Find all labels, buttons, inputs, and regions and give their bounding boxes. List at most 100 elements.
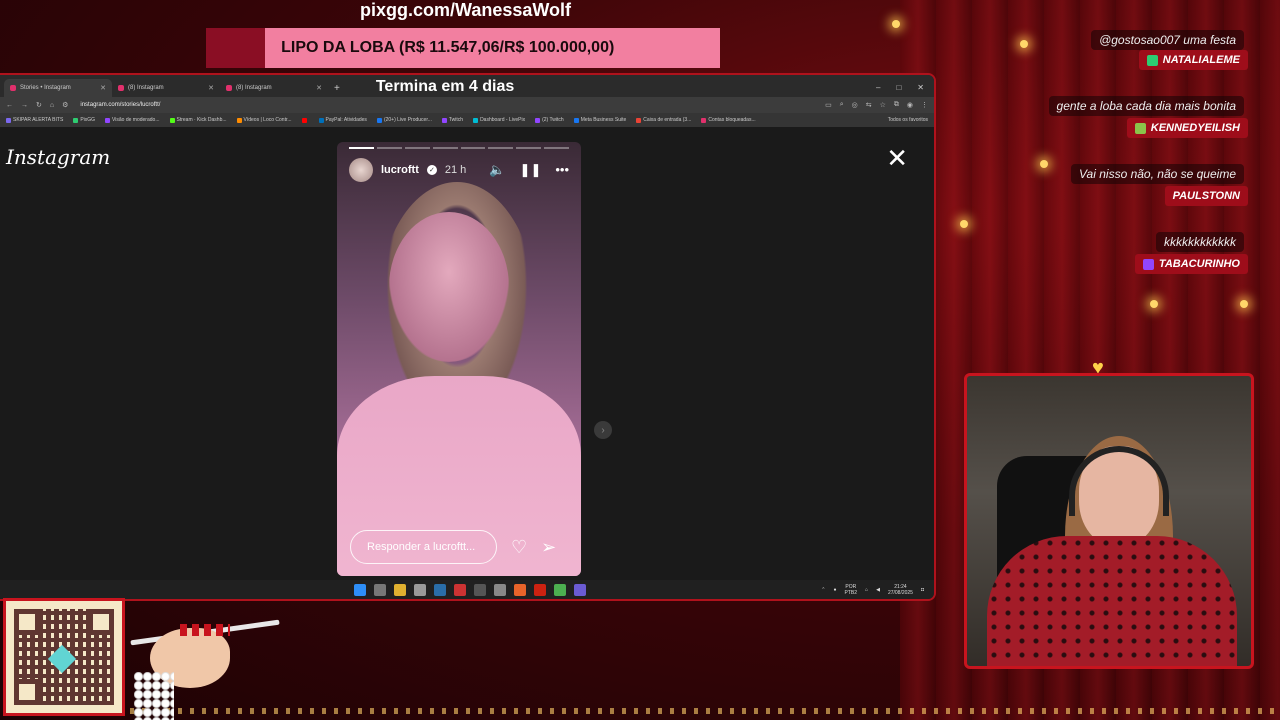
bookmark-label: Meta Business Suite (580, 117, 627, 123)
back-icon[interactable]: ← (6, 102, 13, 109)
language-layout: PTB2 (844, 589, 858, 596)
site-info-icon[interactable]: ⚙ (62, 101, 68, 109)
story-username[interactable]: lucroftt (381, 164, 419, 176)
instagram-favicon-icon (10, 85, 16, 91)
bookmark-item[interactable]: Dashboard - LivePix (473, 117, 525, 123)
qr-finder (14, 609, 40, 635)
bookmark-item[interactable]: Visão de moderado... (105, 117, 160, 123)
all-bookmarks[interactable]: Todos os favoritos (888, 117, 928, 123)
app-icon[interactable] (494, 583, 506, 596)
bookmark-item[interactable]: SKIPAR ALERTA BITS (6, 117, 63, 123)
app-icon[interactable] (534, 583, 546, 596)
close-icon[interactable]: ✕ (208, 84, 214, 92)
tracking-icon[interactable]: ◎ (852, 101, 858, 109)
bookmark-item[interactable]: Vídeos | Loco Contr... (236, 117, 292, 123)
bookmark-item[interactable]: PayPal: Atividades (318, 117, 367, 123)
forward-icon[interactable]: → (21, 102, 28, 109)
reload-icon[interactable]: ↻ (36, 101, 42, 109)
verified-badge-icon: ✓ (426, 165, 437, 175)
mic-icon[interactable]: ● (834, 587, 837, 593)
heart-icon[interactable]: ♡ (511, 537, 527, 558)
bookmark-favicon-icon (105, 117, 111, 123)
story-card[interactable]: lucroftt ✓ 21 h 🔈 ❚❚ ••• Responder a luc… (337, 142, 581, 576)
firefox-icon[interactable] (514, 583, 526, 596)
bookmark-item[interactable]: Meta Business Suite (573, 117, 627, 123)
light-decoration (1040, 160, 1048, 168)
url-field[interactable]: instagram.com/stories/lucroftt/ (80, 102, 160, 108)
light-decoration (892, 20, 900, 28)
chat-message: Vai nisso não, não se queime (1071, 164, 1244, 184)
next-story-icon[interactable]: › (594, 421, 612, 439)
app-icon[interactable] (414, 583, 426, 596)
notifications-icon[interactable]: ◘ (921, 587, 924, 593)
close-window-icon[interactable]: ✕ (917, 83, 924, 92)
webcam-body (987, 536, 1237, 666)
home-icon[interactable]: ⌂ (50, 102, 54, 109)
bookmark-star-icon[interactable]: ☆ (880, 101, 886, 109)
close-icon[interactable]: ✕ (316, 84, 322, 92)
bookmark-item[interactable]: PixGG (73, 117, 95, 123)
chat-username-text: TABACURINHO (1158, 258, 1240, 270)
instagram-favicon-icon (118, 85, 124, 91)
app-icon[interactable] (574, 583, 586, 596)
bookmark-item[interactable]: (2) Twitch (535, 117, 564, 123)
tab-instagram[interactable]: (8) Instagram ✕ (112, 79, 220, 97)
bookmark-favicon-icon (73, 117, 79, 123)
bookmark-item[interactable]: (20+) Live Producer... (376, 117, 432, 123)
extensions-icon[interactable]: ⧉ (894, 101, 899, 109)
app-icon[interactable] (474, 583, 486, 596)
bookmark-item[interactable]: Twitch (441, 117, 464, 123)
bookmark-label: Twitch (448, 117, 464, 123)
bookmark-item[interactable]: Stream · Kick Dashb... (169, 117, 227, 123)
story-progress-segment (544, 147, 569, 149)
app-icon[interactable] (454, 583, 466, 596)
chat-message: gente a loba cada dia mais bonita (1048, 96, 1244, 116)
close-icon[interactable]: ✕ (886, 145, 908, 171)
network-icon[interactable]: ⌂ (865, 587, 868, 593)
bookmark-item[interactable]: Caixa de entrada (3... (636, 117, 691, 123)
address-bar-actions: ▭ ⌕ ◎ ⇆ ☆ ⧉ ◉ ⋮ (825, 101, 928, 109)
chat-username: TABACURINHO (1134, 254, 1248, 274)
send-icon[interactable]: ➢ (541, 537, 556, 558)
volume-icon[interactable]: ◀ (876, 587, 880, 593)
chevron-up-icon[interactable]: ⌃ (821, 587, 825, 593)
bookmark-item[interactable]: Contas bloqueadas... (701, 117, 756, 123)
cast-icon[interactable]: ▭ (825, 101, 832, 109)
donation-url: pixgg.com/WanessaWolf (360, 0, 572, 20)
qr-finder (88, 609, 114, 635)
instagram-favicon-icon (226, 85, 232, 91)
subscriber-badge-icon (1134, 122, 1146, 134)
bookmark-item[interactable] (301, 117, 309, 123)
minimize-icon[interactable]: – (876, 83, 880, 92)
story-progress-segment (488, 147, 514, 149)
new-tab-icon[interactable]: + (334, 83, 340, 94)
instagram-logo[interactable]: Instagram (6, 145, 110, 169)
bookmark-label: PixGG (80, 117, 96, 123)
bookmark-label: (20+) Live Producer... (383, 117, 432, 123)
windows-taskbar: ⌃ ● POR PTB2 ⌂ ◀ 21:24 27/08/2025 ◘ (0, 580, 934, 599)
translate-icon[interactable]: ⇆ (866, 101, 872, 109)
chat-username: NATALIALEME (1138, 50, 1248, 70)
tab-label: Stories • Instagram (20, 85, 71, 91)
zoom-icon[interactable]: ⌕ (840, 101, 844, 109)
maximize-icon[interactable]: □ (896, 83, 901, 92)
more-icon[interactable]: ••• (555, 162, 569, 178)
reply-input[interactable]: Responder a lucroftt... (350, 530, 497, 564)
windows-start-icon[interactable] (354, 583, 366, 596)
profile-icon[interactable]: ◉ (907, 101, 913, 109)
goal-deadline: Termina em 4 dias (375, 78, 515, 95)
tab-stories[interactable]: Stories • Instagram ✕ (4, 79, 112, 97)
speaker-icon[interactable]: 🔈 (489, 162, 505, 178)
file-explorer-icon[interactable] (394, 583, 406, 596)
avatar[interactable] (349, 158, 373, 182)
donation-goal-bar: LIPO DA LOBA (R$ 11.547,06/R$ 100.000,00… (206, 28, 720, 68)
menu-icon[interactable]: ⋮ (921, 101, 928, 109)
close-icon[interactable]: ✕ (100, 84, 106, 92)
tab-instagram[interactable]: (8) Instagram ✕ (220, 79, 328, 97)
steam-icon[interactable] (434, 583, 446, 596)
search-icon[interactable] (374, 583, 386, 596)
chat-username-text: NATALIALEME (1162, 54, 1240, 66)
pause-icon[interactable]: ❚❚ (520, 162, 542, 178)
tab-strip: Stories • Instagram ✕ (8) Instagram ✕ (8… (0, 75, 934, 97)
chrome-icon[interactable] (554, 583, 566, 596)
